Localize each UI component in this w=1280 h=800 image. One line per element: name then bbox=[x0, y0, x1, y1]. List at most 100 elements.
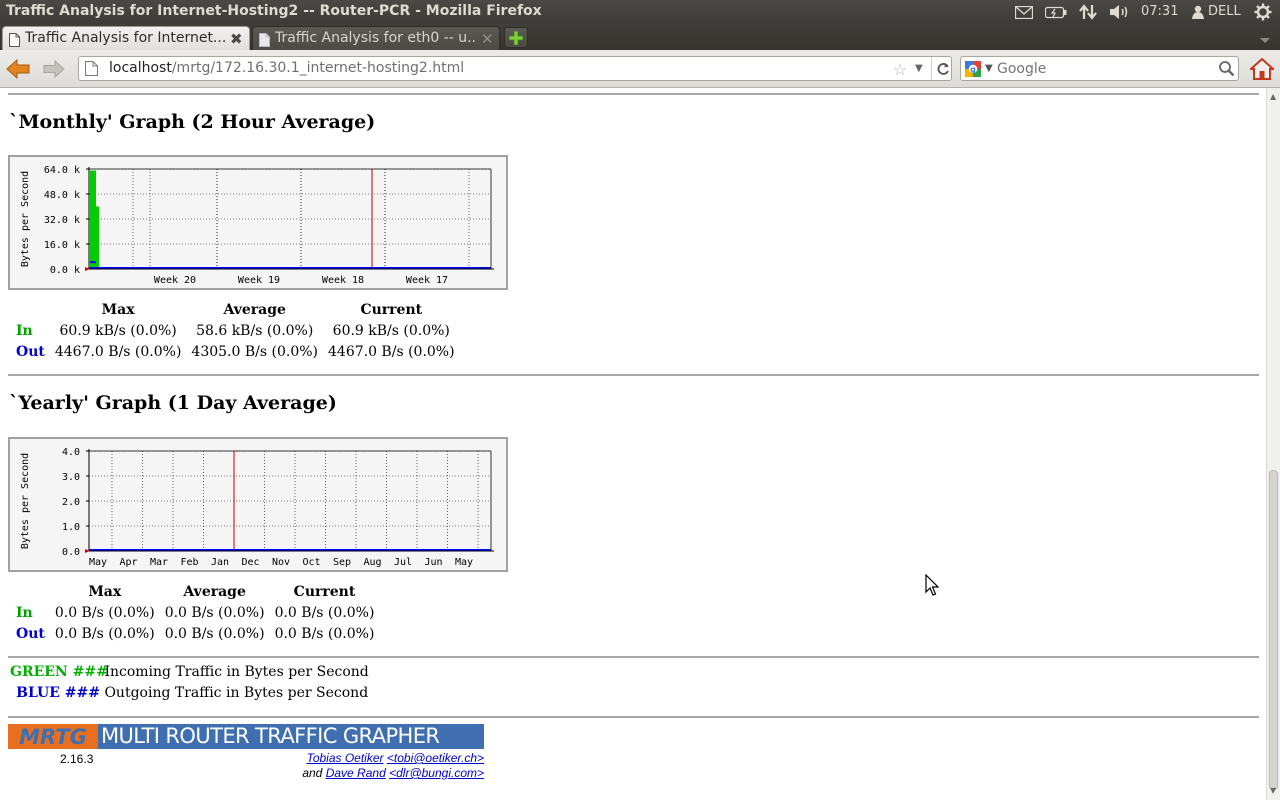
y-tick-label: 1.0 bbox=[62, 522, 80, 533]
close-tab-icon[interactable]: ✖ bbox=[230, 30, 243, 48]
back-button[interactable] bbox=[4, 56, 32, 82]
x-tick-label: May bbox=[89, 557, 107, 568]
row-label-out: Out bbox=[16, 625, 45, 642]
x-tick-label: Jul bbox=[394, 557, 412, 568]
home-button[interactable] bbox=[1248, 56, 1276, 82]
in-average: 0.0 B/s (0.0%) bbox=[164, 604, 265, 621]
author2-email-link[interactable]: <dlr@bungi.com> bbox=[389, 766, 484, 780]
vertical-scrollbar[interactable]: ▲ ▼ bbox=[1266, 88, 1280, 800]
in-average: 58.6 kB/s (0.0%) bbox=[196, 322, 314, 339]
search-engine-dropdown-icon[interactable]: ▼ bbox=[985, 63, 993, 74]
yearly-graph: 0.0 1.0 2.0 3.0 4.0 May Apr Mar Feb Jan Dec Nov Oct S… bbox=[8, 437, 508, 572]
col-header-average: Average bbox=[223, 301, 286, 318]
y-tick-label: 0.0 bbox=[62, 547, 80, 558]
new-tab-button[interactable] bbox=[504, 27, 528, 48]
yearly-graph-heading: `Yearly' Graph (1 Day Average) bbox=[9, 392, 337, 414]
divider bbox=[8, 374, 1259, 376]
reload-icon bbox=[937, 62, 949, 75]
legend-code-green: GREEN ### bbox=[10, 664, 108, 680]
user-name[interactable]: DELL bbox=[1208, 4, 1241, 19]
reload-button[interactable] bbox=[931, 57, 953, 80]
clock[interactable]: 07:31 bbox=[1141, 4, 1178, 19]
tab-eth0[interactable]: Traffic Analysis for eth0 -- u... ✕ bbox=[252, 26, 500, 50]
scrollbar-thumb[interactable] bbox=[1269, 470, 1278, 790]
mouse-pointer-icon bbox=[925, 573, 940, 600]
x-tick-label: Dec bbox=[241, 557, 259, 568]
network-icon[interactable] bbox=[1077, 0, 1099, 24]
x-tick-label: Oct bbox=[302, 557, 320, 568]
url-history-dropdown-icon[interactable]: ▼ bbox=[915, 63, 923, 74]
mrtg-tagline: MULTI ROUTER TRAFFIC GRAPHER bbox=[101, 724, 440, 748]
in-current: 0.0 B/s (0.0%) bbox=[274, 604, 375, 621]
legend-code-blue: BLUE ### bbox=[16, 685, 100, 701]
x-tick-label: Week 17 bbox=[406, 275, 448, 286]
x-tick-label: Week 18 bbox=[322, 275, 364, 286]
tab-internet-hosting2[interactable]: Traffic Analysis for Internet... ✖ bbox=[2, 26, 250, 50]
legend-row-blue: BLUE ### Outgoing Traffic in Bytes per S… bbox=[10, 685, 369, 706]
search-magnifier-icon[interactable] bbox=[1218, 60, 1235, 81]
in-current: 60.9 kB/s (0.0%) bbox=[332, 322, 450, 339]
mrtg-logo: MRTG bbox=[8, 724, 98, 749]
page-icon bbox=[85, 61, 98, 80]
yearly-chart-svg: 0.0 1.0 2.0 3.0 4.0 May Apr Mar Feb Jan Dec Nov Oct S… bbox=[20, 447, 494, 568]
in-traffic-bar bbox=[90, 170, 93, 269]
author1-name-link[interactable]: Tobias Oetiker bbox=[307, 751, 384, 765]
out-max: 4467.0 B/s (0.0%) bbox=[54, 343, 182, 360]
credits: Tobias Oetiker <tobi@oetiker.ch> and Dav… bbox=[230, 751, 484, 781]
page-content[interactable]: `Monthly' Graph (2 Hour Average) 0.0 k 16… bbox=[0, 88, 1266, 800]
bookmark-star-icon[interactable]: ☆ bbox=[893, 60, 907, 79]
out-average: 0.0 B/s (0.0%) bbox=[164, 625, 265, 642]
author2-name-link[interactable]: Dave Rand bbox=[326, 766, 386, 780]
y-tick-label: 4.0 bbox=[62, 447, 80, 458]
legend-row-green: GREEN ### Incoming Traffic in Bytes per … bbox=[10, 664, 369, 685]
monthly-stats-table: Max Average Current In 60.9 kB/s (0.0%) … bbox=[8, 299, 460, 362]
search-bar[interactable]: g ▼ bbox=[960, 56, 1239, 81]
row-label-in: In bbox=[16, 604, 33, 621]
page-icon bbox=[259, 32, 270, 51]
x-tick-label: Jun bbox=[424, 557, 442, 568]
url-text[interactable]: localhost/mrtg/172.16.30.1_internet-host… bbox=[109, 60, 464, 76]
x-tick-label: May bbox=[455, 557, 473, 568]
forward-button[interactable] bbox=[40, 56, 68, 82]
x-tick-label: Sep bbox=[333, 557, 351, 568]
system-top-panel: Traffic Analysis for Internet-Hosting2 -… bbox=[0, 0, 1280, 24]
credits-and: and bbox=[302, 766, 323, 780]
author1-email-link[interactable]: <tobi@oetiker.ch> bbox=[387, 751, 484, 765]
row-label-in: In bbox=[16, 322, 33, 339]
scroll-up-icon[interactable]: ▲ bbox=[1270, 92, 1276, 101]
stats-row-out: Out 4467.0 B/s (0.0%) 4305.0 B/s (0.0%) … bbox=[8, 341, 460, 362]
col-header-current: Current bbox=[293, 583, 356, 600]
x-tick-label: Week 20 bbox=[154, 275, 196, 286]
in-traffic-bar bbox=[96, 206, 99, 269]
col-header-average: Average bbox=[183, 583, 246, 600]
y-tick-label: 64.0 k bbox=[44, 165, 80, 176]
url-host: localhost bbox=[109, 60, 172, 76]
traffic-legend: GREEN ### Incoming Traffic in Bytes per … bbox=[10, 664, 369, 706]
mail-icon[interactable] bbox=[1014, 0, 1034, 24]
mrtg-banner-link[interactable]: MRTG MULTI ROUTER TRAFFIC GRAPHER bbox=[8, 724, 484, 749]
y-tick-label: 3.0 bbox=[62, 472, 80, 483]
divider bbox=[8, 716, 1259, 718]
power-gear-icon[interactable] bbox=[1252, 0, 1274, 24]
search-input[interactable] bbox=[997, 59, 1207, 78]
tab-label: Traffic Analysis for Internet... bbox=[25, 30, 225, 46]
divider bbox=[8, 93, 1259, 95]
battery-icon[interactable] bbox=[1044, 0, 1068, 24]
x-tick-label: Feb bbox=[180, 557, 198, 568]
user-icon bbox=[1190, 0, 1206, 24]
legend-text-green: Incoming Traffic in Bytes per Second bbox=[104, 664, 369, 680]
volume-icon[interactable] bbox=[1108, 0, 1132, 24]
row-label-out: Out bbox=[16, 343, 45, 360]
x-tick-label: Aug bbox=[363, 557, 381, 568]
close-tab-icon[interactable]: ✕ bbox=[481, 30, 494, 48]
divider bbox=[8, 656, 1259, 658]
tab-list-chevron-icon[interactable] bbox=[1260, 30, 1270, 49]
scroll-down-icon[interactable]: ▼ bbox=[1270, 786, 1276, 795]
url-bar[interactable]: localhost/mrtg/172.16.30.1_internet-host… bbox=[78, 56, 952, 81]
google-icon[interactable]: g bbox=[965, 61, 981, 81]
window-title: Traffic Analysis for Internet-Hosting2 -… bbox=[6, 3, 542, 19]
stats-row-out: Out 0.0 B/s (0.0%) 0.0 B/s (0.0%) 0.0 B/… bbox=[8, 623, 379, 644]
out-average: 4305.0 B/s (0.0%) bbox=[191, 343, 318, 360]
svg-text:g: g bbox=[970, 65, 976, 74]
y-tick-label: 2.0 bbox=[62, 497, 80, 508]
